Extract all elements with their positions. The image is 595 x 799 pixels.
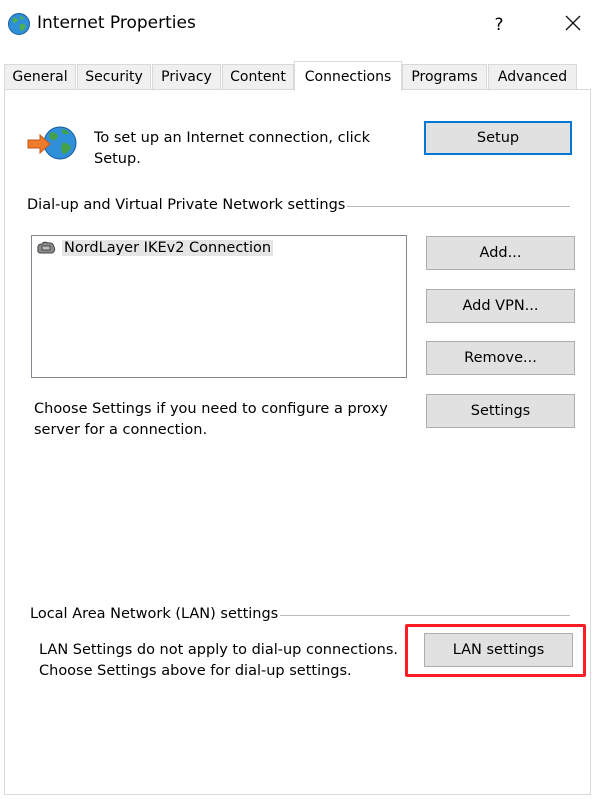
dialup-connection-icon [36,240,56,256]
tab-content[interactable]: Content [222,64,294,89]
highlight-box [405,624,586,677]
remove-button[interactable]: Remove... [426,341,575,375]
settings-button[interactable]: Settings [426,394,575,428]
tab-privacy[interactable]: Privacy [152,64,221,89]
window-title: Internet Properties [37,13,196,33]
help-button[interactable]: ? [482,8,516,42]
close-button[interactable] [556,8,590,42]
panel-border [590,89,591,795]
panel-border [4,794,591,795]
tab-general[interactable]: General [4,64,76,89]
close-icon [565,15,581,35]
title-bar: Internet Properties ? [0,0,595,50]
tab-security[interactable]: Security [77,64,151,89]
add-button[interactable]: Add... [426,236,575,270]
internet-globe-icon [7,12,31,40]
list-item[interactable]: NordLayer IKEv2 Connection [36,240,274,256]
tab-connections[interactable]: Connections [294,61,402,91]
connection-name: NordLayer IKEv2 Connection [62,240,274,256]
proxy-description: Choose Settings if you need to configure… [34,401,388,438]
add-vpn-button[interactable]: Add VPN... [426,289,575,323]
panel-border [4,89,5,795]
dialup-group-label: Dial-up and Virtual Private Network sett… [27,197,348,213]
tab-programs[interactable]: Programs [402,64,487,89]
connections-list[interactable]: NordLayer IKEv2 Connection [31,235,407,378]
lan-group-label: Local Area Network (LAN) settings [30,606,281,622]
connection-wizard-icon [26,123,80,167]
setup-description: To set up an Internet connection, click … [94,130,371,167]
setup-button[interactable]: Setup [424,121,572,155]
lan-description: LAN Settings do not apply to dial-up con… [39,642,399,679]
tab-advanced[interactable]: Advanced [488,64,577,89]
